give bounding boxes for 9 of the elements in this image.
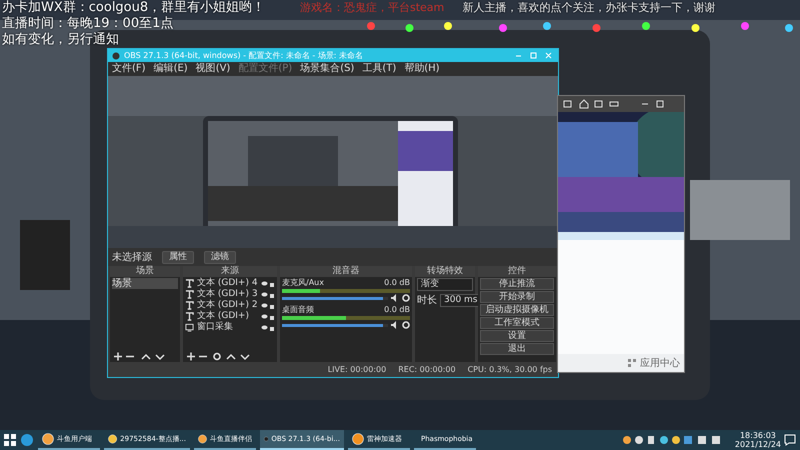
app-icon bbox=[42, 433, 54, 445]
clock-date: 2021/12/24 bbox=[734, 440, 781, 449]
browser-icon[interactable] bbox=[20, 433, 34, 447]
app-icon bbox=[198, 433, 207, 445]
start-icon[interactable] bbox=[4, 434, 16, 446]
app-icon bbox=[352, 433, 364, 445]
clock-time: 18:36:03 bbox=[740, 431, 776, 440]
app-icon bbox=[108, 433, 118, 445]
notification-icon[interactable] bbox=[784, 434, 796, 446]
